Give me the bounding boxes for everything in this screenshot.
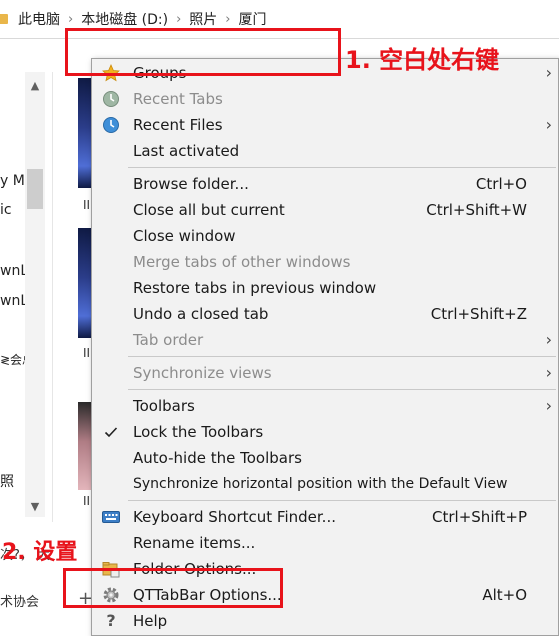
scrollbar-thumb[interactable]	[27, 169, 43, 209]
chevron-right-icon[interactable]: ›	[221, 12, 234, 27]
menu-item-undo-closed-tab[interactable]: Undo a closed tab Ctrl+Shift+Z	[92, 301, 558, 327]
context-menu: Groups › Recent Tabs Recent Files › Last…	[91, 58, 559, 636]
submenu-arrow-icon: ›	[545, 363, 552, 382]
menu-separator	[128, 167, 556, 168]
menu-item-merge-tabs[interactable]: Merge tabs of other windows	[92, 249, 558, 275]
chevron-right-icon[interactable]: ›	[64, 12, 77, 27]
shortcut-label: Ctrl+Shift+W	[426, 201, 527, 219]
nav-item[interactable]: ic	[0, 202, 12, 218]
menu-item-auto-hide-toolbars[interactable]: Auto-hide the Toolbars	[92, 445, 558, 471]
breadcrumb-local-disk[interactable]: 本地磁盘 (D:)	[77, 9, 172, 29]
shortcut-label: Ctrl+Shift+Z	[430, 305, 527, 323]
breadcrumb-xiamen[interactable]: 厦门	[234, 9, 270, 29]
submenu-arrow-icon: ›	[545, 63, 552, 82]
menu-item-help[interactable]: ? Help	[92, 608, 558, 634]
menu-item-recent-files[interactable]: Recent Files ›	[92, 112, 558, 138]
menu-item-synchronize-horizontal[interactable]: Synchronize horizontal position with the…	[92, 471, 558, 497]
menu-item-tab-order[interactable]: Tab order ›	[92, 327, 558, 353]
nav-scrollbar[interactable]: ▲ ▼	[25, 72, 45, 517]
shortcut-label: Ctrl+Shift+P	[432, 508, 527, 526]
menu-item-toolbars[interactable]: Toolbars ›	[92, 393, 558, 419]
thumbnail-label: II	[83, 346, 91, 360]
recent-files-icon	[102, 116, 120, 134]
pane-divider[interactable]	[52, 72, 53, 522]
scroll-down-icon[interactable]: ▼	[25, 497, 45, 517]
menu-item-synchronize-views[interactable]: Synchronize views ›	[92, 360, 558, 386]
menu-item-lock-toolbars[interactable]: Lock the Toolbars	[92, 419, 558, 445]
help-icon: ?	[106, 611, 116, 630]
annotation-box-qttabbar-options	[63, 568, 283, 608]
nav-item[interactable]: wnL	[0, 293, 28, 309]
breadcrumb-photos[interactable]: 照片	[185, 9, 221, 29]
thumbnail-label: II	[83, 198, 91, 212]
menu-item-restore-tabs[interactable]: Restore tabs in previous window	[92, 275, 558, 301]
checkmark-icon	[102, 423, 120, 441]
scroll-up-icon[interactable]: ▲	[25, 76, 45, 96]
submenu-arrow-icon: ›	[545, 330, 552, 349]
annotation-step1: 1. 空白处右键	[345, 46, 500, 74]
status-text: 术协会	[0, 595, 40, 610]
nav-item[interactable]: wnL	[0, 263, 28, 279]
menu-item-last-activated[interactable]: Last activated	[92, 138, 558, 164]
recent-tabs-icon	[102, 90, 120, 108]
shortcut-label: Ctrl+O	[475, 175, 527, 193]
menu-item-close-window[interactable]: Close window	[92, 223, 558, 249]
menu-item-rename-items[interactable]: Rename items...	[92, 530, 558, 556]
nav-item[interactable]: y M	[0, 173, 25, 189]
keyboard-icon	[102, 508, 120, 526]
annotation-step2: 2. 设置	[2, 540, 78, 565]
shortcut-label: Alt+O	[482, 586, 527, 604]
chevron-right-icon[interactable]: ›	[172, 12, 185, 27]
thumbnail-label: II	[83, 494, 91, 508]
breadcrumb-this-pc[interactable]: 此电脑	[14, 9, 64, 29]
menu-item-keyboard-shortcut-finder[interactable]: Keyboard Shortcut Finder... Ctrl+Shift+P	[92, 504, 558, 530]
folder-icon	[0, 14, 8, 24]
menu-separator	[128, 389, 556, 390]
menu-separator	[128, 500, 556, 501]
menu-separator	[128, 356, 556, 357]
menu-item-browse-folder[interactable]: Browse folder... Ctrl+O	[92, 171, 558, 197]
menu-item-recent-tabs[interactable]: Recent Tabs	[92, 86, 558, 112]
nav-item[interactable]: 照	[0, 471, 14, 491]
menu-item-close-all-but-current[interactable]: Close all but current Ctrl+Shift+W	[92, 197, 558, 223]
annotation-box-right-click-area	[65, 28, 341, 76]
submenu-arrow-icon: ›	[545, 115, 552, 134]
submenu-arrow-icon: ›	[545, 396, 552, 415]
